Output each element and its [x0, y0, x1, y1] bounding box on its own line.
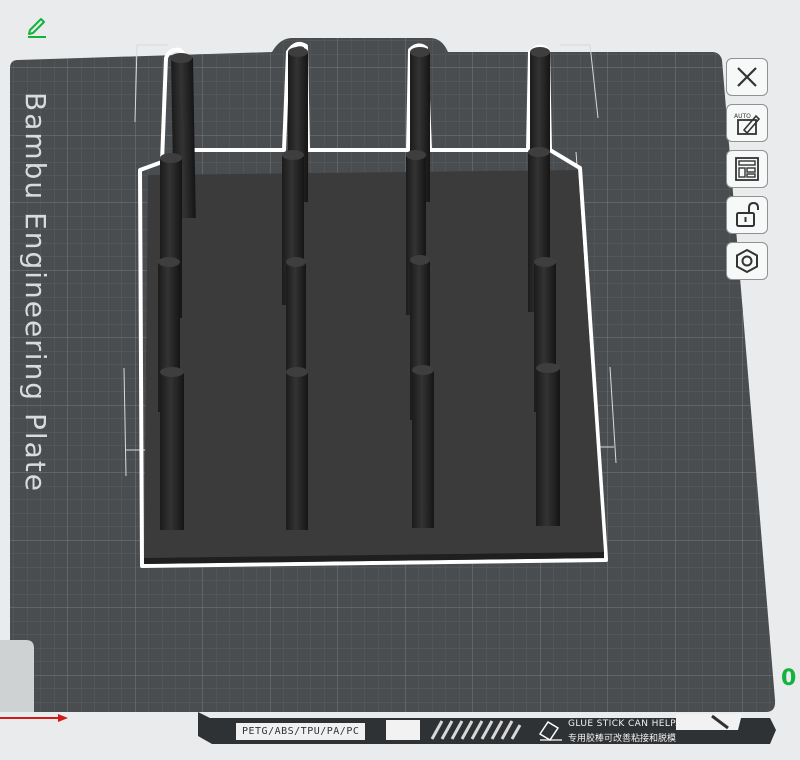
glue-hint-text-cn: 专用胶棒可改善粘接和脱模 — [568, 734, 677, 744]
arrange-button[interactable] — [726, 150, 768, 188]
close-tool-button[interactable] — [726, 58, 768, 96]
auto-orient-button[interactable]: AUTO — [726, 104, 768, 142]
pillar — [536, 363, 560, 526]
plate-name-label: Bambu Engineering Plate — [19, 92, 52, 493]
unlocked-padlock-icon — [736, 201, 759, 227]
build-plate-scene[interactable] — [0, 0, 800, 760]
plate-toolbar: AUTO — [726, 58, 774, 288]
filament-compat-text: PETG/ABS/TPU/PA/PC — [236, 723, 366, 740]
auto-orient-icon: AUTO — [734, 113, 761, 135]
lock-plate-button[interactable] — [726, 196, 768, 234]
x-axis-arrow-icon — [58, 714, 68, 722]
plate-settings-button[interactable] — [726, 242, 768, 280]
pillar — [160, 367, 184, 530]
plate-info-strip: PETG/ABS/TPU/PA/PC GLUE STICK CAN HELP. … — [228, 718, 768, 748]
edit-plate-name-button[interactable] — [22, 10, 52, 40]
pillar — [286, 367, 308, 530]
glue-hint-text: GLUE STICK CAN HELP. — [568, 719, 678, 729]
pillar — [412, 365, 434, 528]
z-axis-indicator: 0 — [781, 666, 797, 691]
plate-left-panel — [0, 640, 34, 712]
hexagon-nut-icon — [736, 248, 758, 274]
pencil-edit-icon — [28, 18, 46, 38]
arrange-layout-icon — [735, 157, 759, 181]
svg-text:AUTO: AUTO — [734, 113, 751, 120]
x-icon — [737, 67, 757, 87]
3d-viewport[interactable]: Bambu Engineering Plate AUTO PETG/ABS/TP… — [0, 0, 800, 760]
